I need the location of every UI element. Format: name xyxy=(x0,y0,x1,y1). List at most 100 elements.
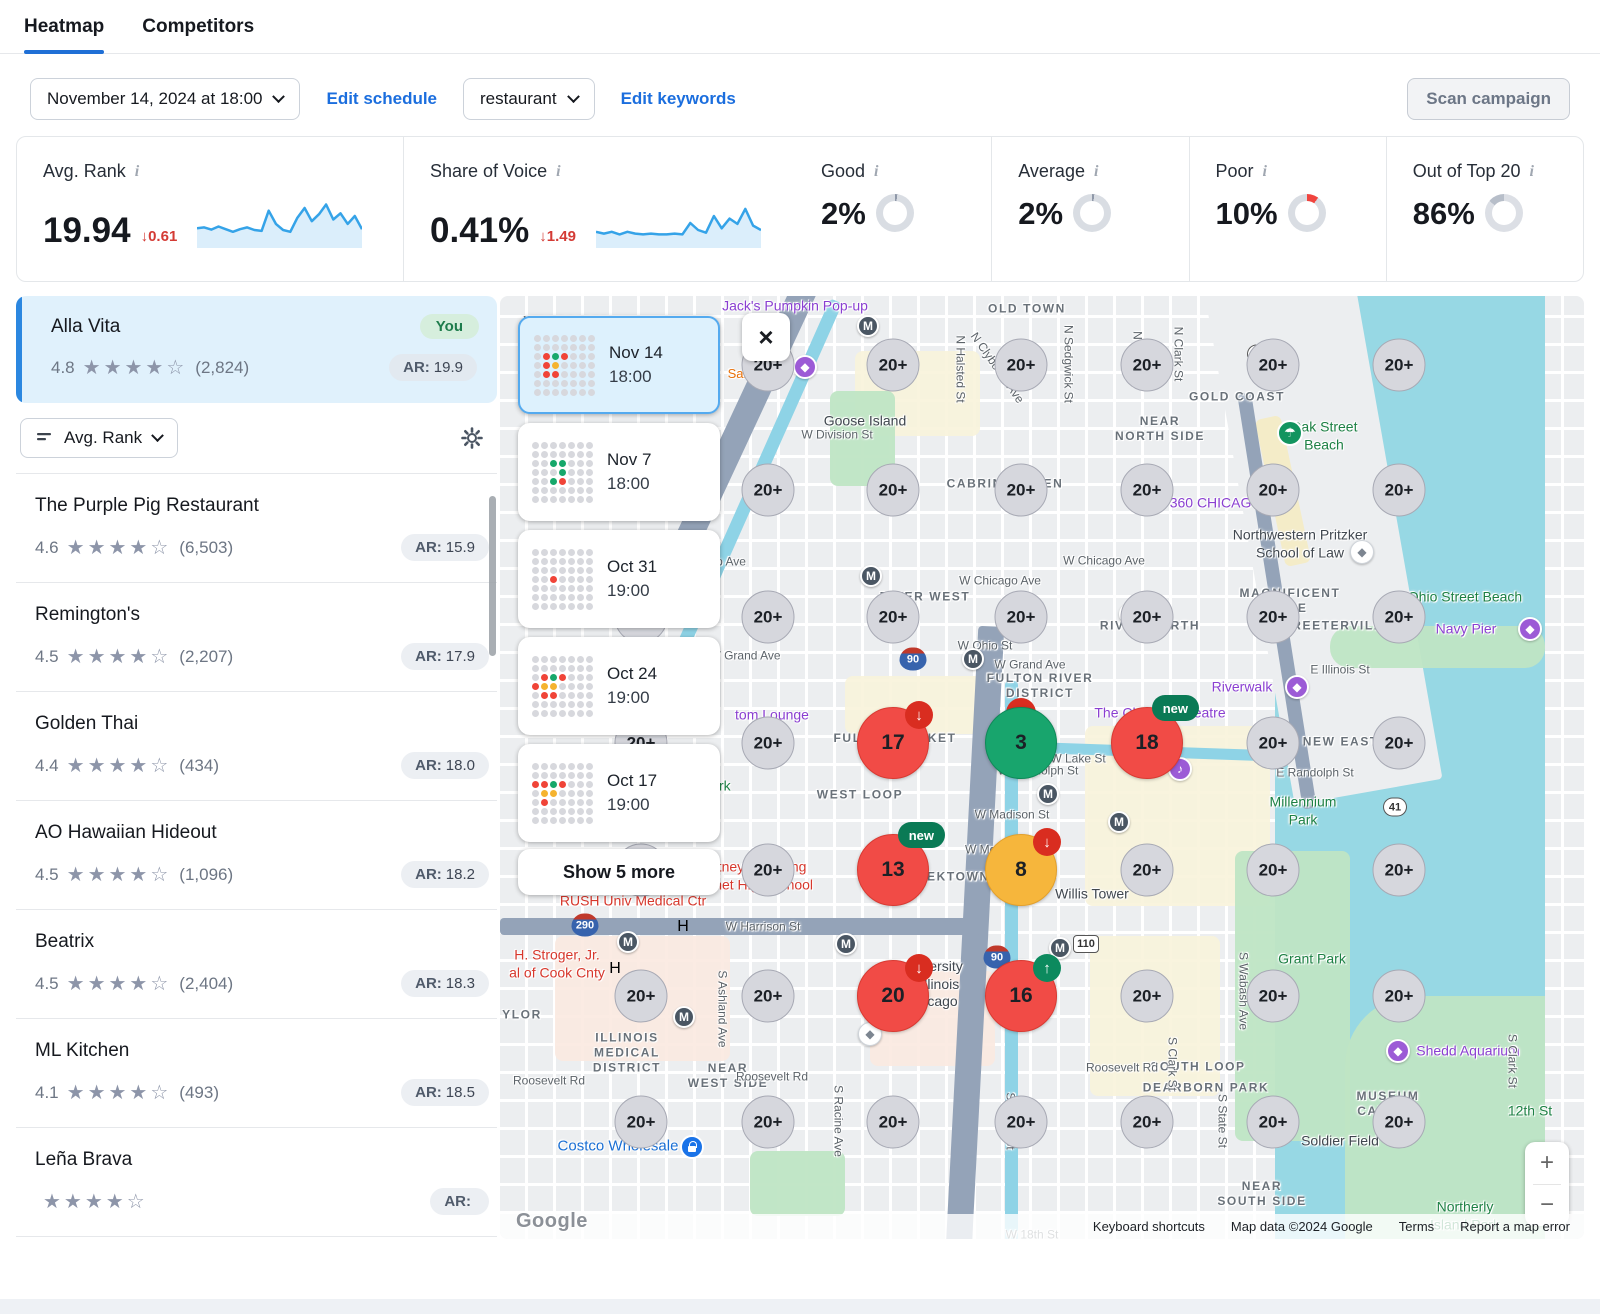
date-card-oct-24[interactable]: Oct 24 19:00 xyxy=(518,637,720,735)
map-label: Navy Pier xyxy=(1436,620,1497,638)
map-label: S Ashland Ave xyxy=(715,970,730,1047)
rank-value: 20+ xyxy=(995,464,1048,517)
map-rank-bubble[interactable]: 20+ xyxy=(1247,717,1300,770)
business-row[interactable]: Beatrix 4.5★★★★☆ (2,404) AR:18.3 xyxy=(16,910,497,1019)
business-row[interactable]: Remington's 4.5★★★★☆ (2,207) AR:17.9 xyxy=(16,583,497,692)
donut-chart xyxy=(1288,194,1326,232)
date-card-nov-14[interactable]: Nov 14 18:00 xyxy=(518,316,720,414)
star-rating: ★★★★☆ xyxy=(67,1083,172,1103)
map-rank-bubble[interactable]: ↓17 xyxy=(857,707,929,779)
show-more-dates-button[interactable]: Show 5 more xyxy=(518,849,720,895)
map-rank-bubble[interactable]: 20+ xyxy=(615,1096,668,1149)
map-rank-bubble[interactable]: 20+ xyxy=(742,844,795,897)
sort-dropdown[interactable]: Avg. Rank xyxy=(20,418,178,458)
map-rank-bubble[interactable]: 20+ xyxy=(1373,844,1426,897)
map-rank-bubble[interactable]: 20+ xyxy=(1373,970,1426,1023)
info-icon[interactable]: i xyxy=(1263,163,1267,181)
map-rank-bubble[interactable]: 20+ xyxy=(1121,464,1174,517)
date-card-oct-31[interactable]: Oct 31 19:00 xyxy=(518,530,720,628)
map[interactable]: WICKER PARKOLD TOWNGOLD COASTNEAR NORTH … xyxy=(500,296,1584,1239)
map-rank-bubble[interactable]: 20+ xyxy=(1373,591,1426,644)
map-rank-bubble[interactable]: 20+ xyxy=(742,717,795,770)
map-rank-bubble[interactable]: 20+ xyxy=(742,970,795,1023)
date-selector-value: November 14, 2024 at 18:00 xyxy=(47,89,262,109)
map-rank-bubble[interactable]: 20+ xyxy=(867,464,920,517)
map-data-credit[interactable]: Map data ©2024 Google xyxy=(1231,1219,1373,1234)
map-rank-bubble[interactable]: 20+ xyxy=(1121,844,1174,897)
avg-rank-pill: AR: xyxy=(430,1188,489,1215)
map-rank-bubble[interactable]: 20+ xyxy=(1121,1096,1174,1149)
business-row[interactable]: Golden Thai 4.4★★★★☆ (434) AR:18.0 xyxy=(16,692,497,801)
map-rank-bubble[interactable]: ↓3 xyxy=(985,707,1057,779)
map-rank-bubble[interactable]: ↑16 xyxy=(985,960,1057,1032)
map-rank-bubble[interactable]: 20+ xyxy=(1247,591,1300,644)
map-rank-bubble[interactable]: new13 xyxy=(857,834,929,906)
map-rank-bubble[interactable]: 20+ xyxy=(867,339,920,392)
date-card-oct-17[interactable]: Oct 17 19:00 xyxy=(518,744,720,842)
info-icon[interactable]: i xyxy=(556,163,560,181)
map-rank-bubble[interactable]: 20+ xyxy=(995,591,1048,644)
map-rank-bubble[interactable]: 20+ xyxy=(742,591,795,644)
scan-campaign-button[interactable]: Scan campaign xyxy=(1407,78,1570,120)
your-business-card[interactable]: Alla Vita You 4.8 ★★★★☆ (2,824) AR:19.9 xyxy=(16,296,497,403)
map-label: S Clark St xyxy=(1165,1037,1180,1091)
info-icon[interactable]: i xyxy=(1530,163,1534,181)
mini-heatmap xyxy=(532,763,593,824)
map-rank-bubble[interactable]: 20+ xyxy=(1121,591,1174,644)
info-icon[interactable]: i xyxy=(874,163,878,181)
map-rank-bubble[interactable]: 20+ xyxy=(1247,970,1300,1023)
map-rank-bubble[interactable]: 20+ xyxy=(867,591,920,644)
tab-heatmap[interactable]: Heatmap xyxy=(24,16,104,40)
edit-schedule-link[interactable]: Edit schedule xyxy=(326,89,437,109)
map-rank-bubble[interactable]: 20+ xyxy=(1121,339,1174,392)
map-rank-bubble[interactable]: 20+ xyxy=(1247,1096,1300,1149)
rank-value: 20+ xyxy=(742,717,795,770)
map-rank-bubble[interactable]: 20+ xyxy=(995,1096,1048,1149)
map-rank-bubble[interactable]: 20+ xyxy=(742,464,795,517)
gear-icon[interactable] xyxy=(461,427,483,449)
map-rank-bubble[interactable]: new18 xyxy=(1111,707,1183,779)
business-row[interactable]: ML Kitchen 4.1★★★★☆ (493) AR:18.5 xyxy=(16,1019,497,1128)
map-rank-bubble[interactable]: 20+ xyxy=(1373,717,1426,770)
edit-keywords-link[interactable]: Edit keywords xyxy=(621,89,736,109)
map-rank-bubble[interactable]: ↓8 xyxy=(985,834,1057,906)
stat-delta: ↓0.61 xyxy=(141,228,178,248)
map-rank-bubble[interactable]: 20+ xyxy=(995,464,1048,517)
map-label: 12th St xyxy=(1508,1102,1552,1120)
map-rank-bubble[interactable]: 20+ xyxy=(1373,1096,1426,1149)
map-rank-bubble[interactable]: 20+ xyxy=(995,339,1048,392)
map-rank-bubble[interactable]: 20+ xyxy=(1121,970,1174,1023)
date-selector[interactable]: November 14, 2024 at 18:00 xyxy=(30,78,300,120)
tab-competitors[interactable]: Competitors xyxy=(142,16,254,40)
rank-value: 20+ xyxy=(742,1096,795,1149)
map-rank-bubble[interactable]: 20+ xyxy=(1247,464,1300,517)
map-label: W Chicago Ave xyxy=(959,574,1041,589)
map-rank-bubble[interactable]: 20+ xyxy=(615,970,668,1023)
map-rank-bubble[interactable]: 20+ xyxy=(1373,464,1426,517)
business-name: Leña Brava xyxy=(35,1149,489,1171)
business-row[interactable]: Leña Brava ★★★★☆ AR: xyxy=(16,1128,497,1237)
map-rank-bubble[interactable]: 20+ xyxy=(867,1096,920,1149)
map-rank-bubble[interactable]: 20+ xyxy=(1247,339,1300,392)
map-label: YLOR xyxy=(502,1008,542,1023)
zoom-in-button[interactable]: + xyxy=(1525,1142,1569,1184)
you-badge: You xyxy=(420,314,479,339)
date-card-nov-7[interactable]: Nov 7 18:00 xyxy=(518,423,720,521)
keyboard-shortcuts-link[interactable]: Keyboard shortcuts xyxy=(1093,1219,1205,1234)
map-rank-bubble[interactable]: 20+ xyxy=(742,1096,795,1149)
chevron-down-icon xyxy=(567,90,580,103)
sidebar-scrollbar[interactable] xyxy=(489,496,496,656)
map-rank-bubble[interactable]: ↓20 xyxy=(857,960,929,1032)
keyword-selector[interactable]: restaurant xyxy=(463,78,595,120)
business-row[interactable]: AO Hawaiian Hideout 4.5★★★★☆ (1,096) AR:… xyxy=(16,801,497,910)
info-icon[interactable]: i xyxy=(1094,163,1098,181)
close-panel-button[interactable]: × xyxy=(742,313,790,361)
star-rating: ★★★★☆ xyxy=(67,756,172,776)
terms-link[interactable]: Terms xyxy=(1399,1219,1434,1234)
card-time: 18:00 xyxy=(607,474,651,494)
map-rank-bubble[interactable]: 20+ xyxy=(1373,339,1426,392)
map-rank-bubble[interactable]: 20+ xyxy=(1247,844,1300,897)
business-row[interactable]: The Purple Pig Restaurant 4.6★★★★☆ (6,50… xyxy=(16,474,497,583)
report-error-link[interactable]: Report a map error xyxy=(1460,1219,1570,1234)
info-icon[interactable]: i xyxy=(135,163,139,181)
